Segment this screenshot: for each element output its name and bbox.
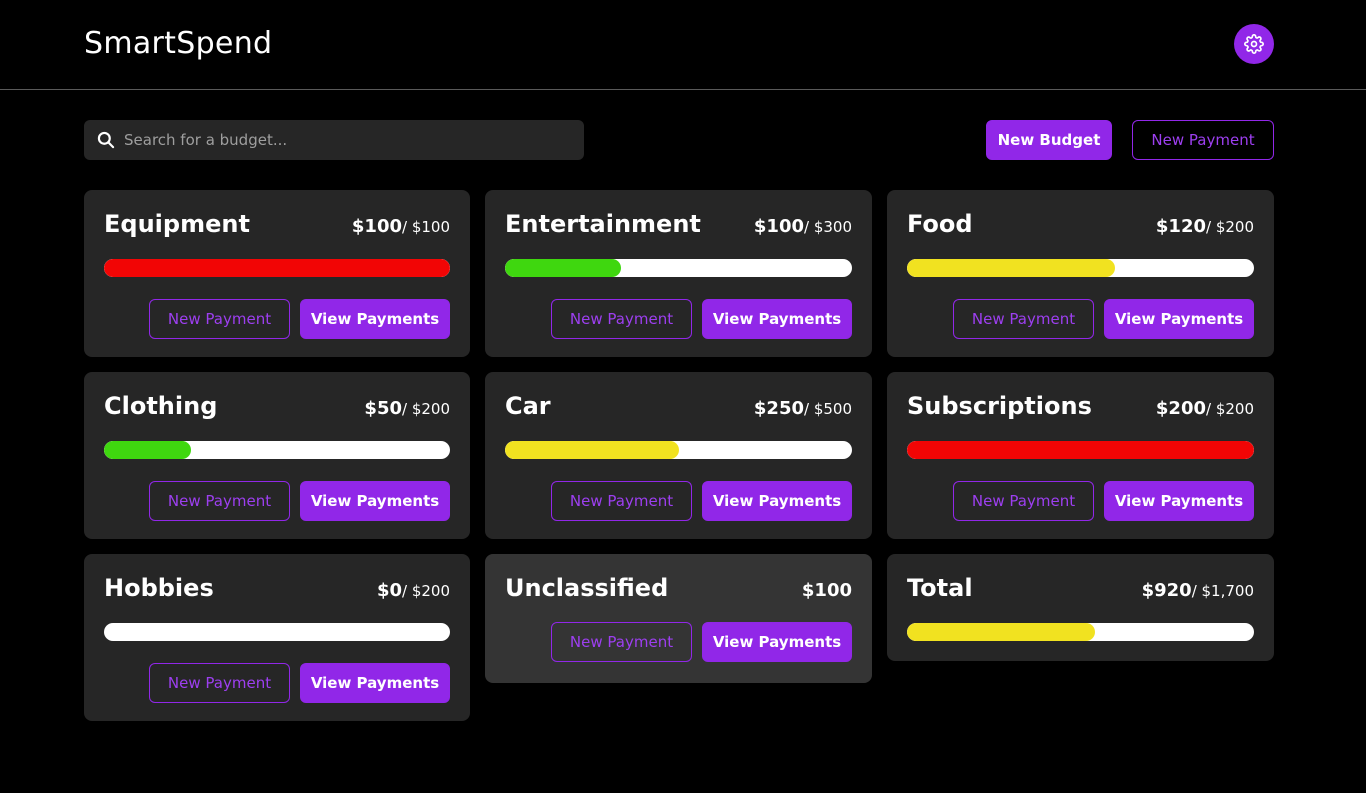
search-bar	[84, 120, 584, 160]
budget-card: Car $250/ $500 New Payment View Payments	[485, 372, 872, 539]
budget-name: Clothing	[104, 392, 218, 420]
search-icon	[96, 130, 116, 150]
budget-progress-bar	[104, 259, 450, 277]
card-new-payment-button[interactable]: New Payment	[551, 481, 692, 521]
budget-max: / $300	[804, 218, 852, 236]
budget-name: Entertainment	[505, 210, 701, 238]
budget-name: Food	[907, 210, 973, 238]
budget-progress-bar	[104, 441, 450, 459]
budget-progress-fill	[505, 441, 679, 459]
budget-spent: $100	[351, 216, 402, 237]
budget-max: / $100	[402, 218, 450, 236]
budget-amount: $50/ $200	[364, 398, 450, 419]
budget-progress-bar	[907, 441, 1254, 459]
budget-progress-fill	[505, 259, 621, 277]
budget-amount: $100/ $300	[754, 216, 852, 237]
budget-max: / $200	[1206, 400, 1254, 418]
budget-max: / $500	[804, 400, 852, 418]
total-progress-bar	[907, 623, 1254, 641]
budget-spent: $0	[376, 580, 402, 601]
card-new-payment-button[interactable]: New Payment	[149, 481, 290, 521]
budget-spent: $120	[1155, 216, 1206, 237]
budget-max: / $1,700	[1191, 582, 1254, 600]
budget-name: Equipment	[104, 210, 250, 238]
card-new-payment-button[interactable]: New Payment	[149, 663, 290, 703]
view-payments-button[interactable]: View Payments	[300, 481, 450, 521]
budget-progress-bar	[907, 259, 1254, 277]
view-payments-button[interactable]: View Payments	[300, 299, 450, 339]
budget-card: Food $120/ $200 New Payment View Payment…	[887, 190, 1274, 357]
budget-progress-bar	[505, 259, 852, 277]
view-payments-button[interactable]: View Payments	[1104, 481, 1254, 521]
view-payments-button[interactable]: View Payments	[702, 299, 852, 339]
card-new-payment-button[interactable]: New Payment	[953, 299, 1094, 339]
budget-progress-fill	[104, 259, 450, 277]
budget-name: Hobbies	[104, 574, 214, 602]
budget-spent: $920	[1141, 580, 1192, 601]
budget-progress-bar	[505, 441, 852, 459]
budget-name: Car	[505, 392, 551, 420]
budget-amount: $120/ $200	[1156, 216, 1254, 237]
budget-card: Hobbies $0/ $200 New Payment View Paymen…	[84, 554, 470, 721]
budget-max: / $200	[402, 582, 450, 600]
app-header: SmartSpend	[0, 0, 1366, 90]
card-new-payment-button[interactable]: New Payment	[551, 622, 692, 662]
budget-spent: $50	[364, 398, 402, 419]
budget-amount: $920/ $1,700	[1142, 580, 1254, 601]
total-progress-fill	[907, 623, 1095, 641]
card-new-payment-button[interactable]: New Payment	[953, 481, 1094, 521]
budget-grid: Equipment $100/ $100 New Payment View Pa…	[84, 190, 1274, 721]
new-payment-button[interactable]: New Payment	[1132, 120, 1274, 160]
app-title: SmartSpend	[84, 26, 273, 61]
budget-amount: $100/ $100	[352, 216, 450, 237]
budget-name: Total	[907, 574, 973, 602]
card-new-payment-button[interactable]: New Payment	[551, 299, 692, 339]
budget-spent: $100	[801, 580, 852, 601]
budget-max: / $200	[1206, 218, 1254, 236]
new-budget-button[interactable]: New Budget	[986, 120, 1112, 160]
budget-amount: $250/ $500	[754, 398, 852, 419]
settings-button[interactable]	[1234, 24, 1274, 64]
budget-amount: $200/ $200	[1156, 398, 1254, 419]
card-new-payment-button[interactable]: New Payment	[149, 299, 290, 339]
budget-card: Subscriptions $200/ $200 New Payment Vie…	[887, 372, 1274, 539]
budget-progress-fill	[104, 441, 191, 459]
budget-max: / $200	[402, 400, 450, 418]
gear-icon	[1244, 34, 1264, 54]
budget-card: Clothing $50/ $200 New Payment View Paym…	[84, 372, 470, 539]
budget-card: Entertainment $100/ $300 New Payment Vie…	[485, 190, 872, 357]
view-payments-button[interactable]: View Payments	[702, 622, 852, 662]
budget-spent: $100	[753, 216, 804, 237]
budget-spent: $250	[753, 398, 804, 419]
unclassified-card: Unclassified $100 New Payment View Payme…	[485, 554, 872, 683]
total-card: Total $920/ $1,700	[887, 554, 1274, 661]
budget-spent: $200	[1155, 398, 1206, 419]
budget-name: Subscriptions	[907, 392, 1092, 420]
budget-progress-bar	[104, 623, 450, 641]
budget-progress-fill	[907, 259, 1116, 277]
budget-progress-fill	[907, 441, 1254, 459]
view-payments-button[interactable]: View Payments	[1104, 299, 1254, 339]
budget-name: Unclassified	[505, 574, 669, 602]
view-payments-button[interactable]: View Payments	[300, 663, 450, 703]
budget-amount: $100	[802, 580, 852, 601]
budget-card: Equipment $100/ $100 New Payment View Pa…	[84, 190, 470, 357]
budget-amount: $0/ $200	[377, 580, 450, 601]
view-payments-button[interactable]: View Payments	[702, 481, 852, 521]
search-input[interactable]	[124, 131, 584, 149]
